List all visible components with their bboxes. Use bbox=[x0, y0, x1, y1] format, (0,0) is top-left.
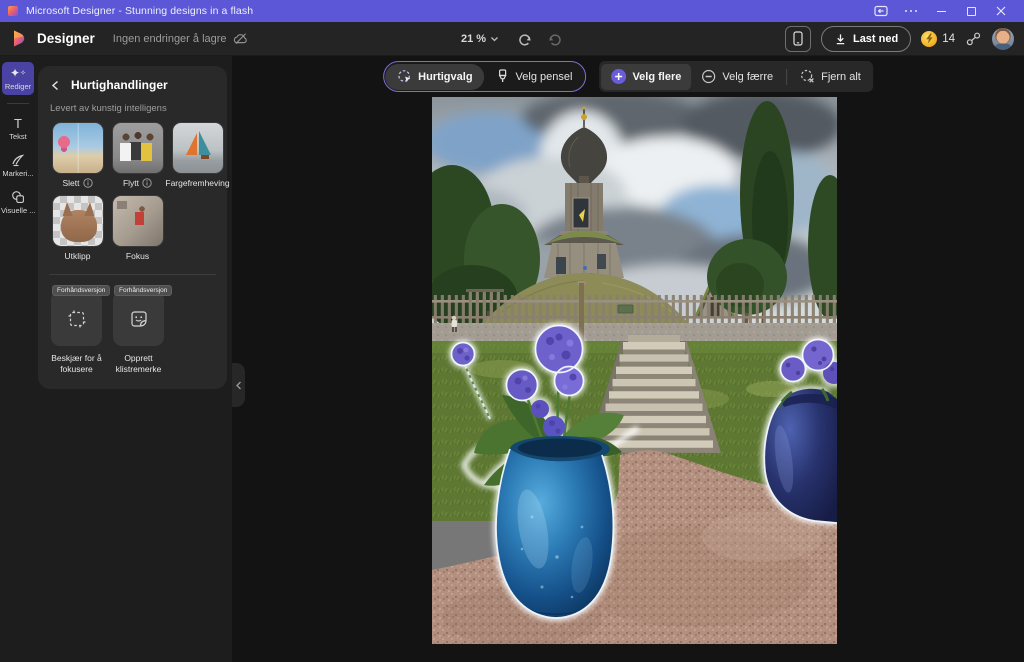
plus-circle-icon bbox=[611, 69, 626, 84]
phone-icon bbox=[792, 31, 804, 46]
zoom-level[interactable]: 21 % bbox=[461, 33, 486, 45]
fokus-thumbnail bbox=[112, 195, 164, 247]
quick-select-button[interactable]: Hurtigvalg bbox=[385, 64, 484, 90]
action-beskjaer-for-fokus[interactable]: Forhåndsversjon Beskjær for åfokusere bbox=[51, 291, 102, 375]
download-button[interactable]: Last ned bbox=[821, 26, 911, 52]
app-logo-icon bbox=[8, 6, 18, 16]
rail-item-markering[interactable]: Markeri... bbox=[2, 149, 34, 182]
window-more-options-icon[interactable] bbox=[896, 0, 926, 22]
window-minimize-icon[interactable] bbox=[926, 0, 956, 22]
action-fokus[interactable]: Fokus bbox=[109, 195, 166, 261]
info-icon[interactable] bbox=[142, 178, 152, 188]
back-button[interactable] bbox=[50, 80, 61, 91]
clear-selection-button[interactable]: Fjern alt bbox=[790, 64, 871, 90]
open-in-browser-icon[interactable] bbox=[866, 0, 896, 22]
brush-icon bbox=[497, 69, 510, 84]
canvas-image[interactable] bbox=[432, 97, 837, 644]
text-icon: T bbox=[14, 116, 22, 130]
window-title: Microsoft Designer - Stunning designs in… bbox=[26, 5, 253, 17]
toolbar-divider bbox=[786, 69, 787, 85]
crop-focus-icon bbox=[66, 308, 88, 330]
designer-logo-icon bbox=[10, 29, 29, 48]
share-icon bbox=[965, 31, 982, 47]
fargefremheving-thumbnail bbox=[172, 122, 224, 174]
flytt-thumbnail bbox=[112, 122, 164, 174]
window-close-icon[interactable] bbox=[986, 0, 1016, 22]
left-rail: ✦✧ Rediger T Tekst Markeri... Visuelle .… bbox=[0, 56, 36, 662]
marker-pen-icon bbox=[11, 153, 25, 167]
panel-title: Hurtighandlinger bbox=[71, 78, 168, 92]
action-fargefremheving[interactable]: Fargefremheving bbox=[169, 122, 226, 188]
sparkles-icon: ✦✧ bbox=[10, 66, 26, 80]
quick-actions-panel: Hurtighandlinger Levert av kunstig intel… bbox=[38, 66, 227, 389]
select-adjust-group: Velg flere Velg færre bbox=[599, 61, 872, 92]
panel-divider bbox=[49, 274, 216, 275]
app-name: Designer bbox=[37, 31, 95, 46]
brush-select-button[interactable]: Velg pensel bbox=[485, 64, 585, 90]
quick-actions-grid: Slett Flytt Fargefremheving bbox=[46, 122, 219, 268]
preview-badge: Forhåndsversjon bbox=[52, 285, 110, 296]
select-more-button[interactable]: Velg flere bbox=[601, 64, 691, 90]
designer-app-window: Microsoft Designer - Stunning designs in… bbox=[0, 0, 1024, 662]
info-icon[interactable] bbox=[83, 178, 93, 188]
select-mode-group: Hurtigvalg Velg pensel bbox=[383, 61, 586, 92]
undo-button[interactable] bbox=[517, 31, 533, 46]
redo-button[interactable] bbox=[547, 31, 563, 46]
share-button[interactable] bbox=[965, 31, 982, 47]
rail-item-visuelle[interactable]: Visuelle ... bbox=[2, 186, 34, 219]
rail-divider bbox=[7, 103, 29, 104]
minus-circle-icon bbox=[701, 69, 716, 84]
rail-item-rediger[interactable]: ✦✧ Rediger bbox=[2, 62, 34, 95]
download-icon bbox=[834, 32, 847, 46]
panel-collapse-handle[interactable] bbox=[232, 363, 245, 407]
shapes-icon bbox=[11, 190, 25, 204]
window-titlebar: Microsoft Designer - Stunning designs in… bbox=[0, 0, 1024, 22]
chevron-down-icon[interactable] bbox=[490, 36, 499, 42]
mobile-preview-button[interactable] bbox=[785, 26, 811, 52]
quick-select-icon bbox=[397, 69, 412, 84]
credits-counter[interactable]: 14 bbox=[921, 31, 955, 47]
panel-subtitle: Levert av kunstig intelligens bbox=[50, 103, 219, 114]
credit-coin-icon bbox=[921, 31, 937, 47]
select-less-button[interactable]: Velg færre bbox=[691, 64, 783, 90]
selection-toolbar: Hurtigvalg Velg pensel bbox=[383, 61, 873, 92]
action-flytt[interactable]: Flytt bbox=[109, 122, 166, 188]
window-maximize-icon[interactable] bbox=[956, 0, 986, 22]
preview-actions-row: Forhåndsversjon Beskjær for åfokusere Fo… bbox=[46, 291, 219, 375]
sticker-icon bbox=[128, 308, 150, 330]
deselect-icon bbox=[800, 69, 815, 84]
action-opprett-klistremerke[interactable]: Forhåndsversjon Opprettklistremerke bbox=[113, 291, 164, 375]
design-canvas[interactable]: Hurtigvalg Velg pensel bbox=[232, 56, 1024, 662]
photo-artwork bbox=[432, 97, 837, 644]
slett-thumbnail bbox=[52, 122, 104, 174]
app-toolbar: Designer Ingen endringer å lagre 21 % bbox=[0, 22, 1024, 56]
utklipp-thumbnail bbox=[52, 195, 104, 247]
rail-item-tekst[interactable]: T Tekst bbox=[2, 112, 34, 145]
edit-sidepanel: Hurtighandlinger Levert av kunstig intel… bbox=[36, 56, 232, 662]
cloud-offline-icon bbox=[233, 32, 248, 45]
action-utklipp[interactable]: Utklipp bbox=[49, 195, 106, 261]
save-status: Ingen endringer å lagre bbox=[113, 32, 248, 45]
chevron-left-icon bbox=[235, 381, 242, 390]
chevron-left-icon bbox=[50, 80, 61, 91]
user-avatar[interactable] bbox=[992, 28, 1014, 50]
preview-badge: Forhåndsversjon bbox=[114, 285, 172, 296]
action-slett[interactable]: Slett bbox=[49, 122, 106, 188]
